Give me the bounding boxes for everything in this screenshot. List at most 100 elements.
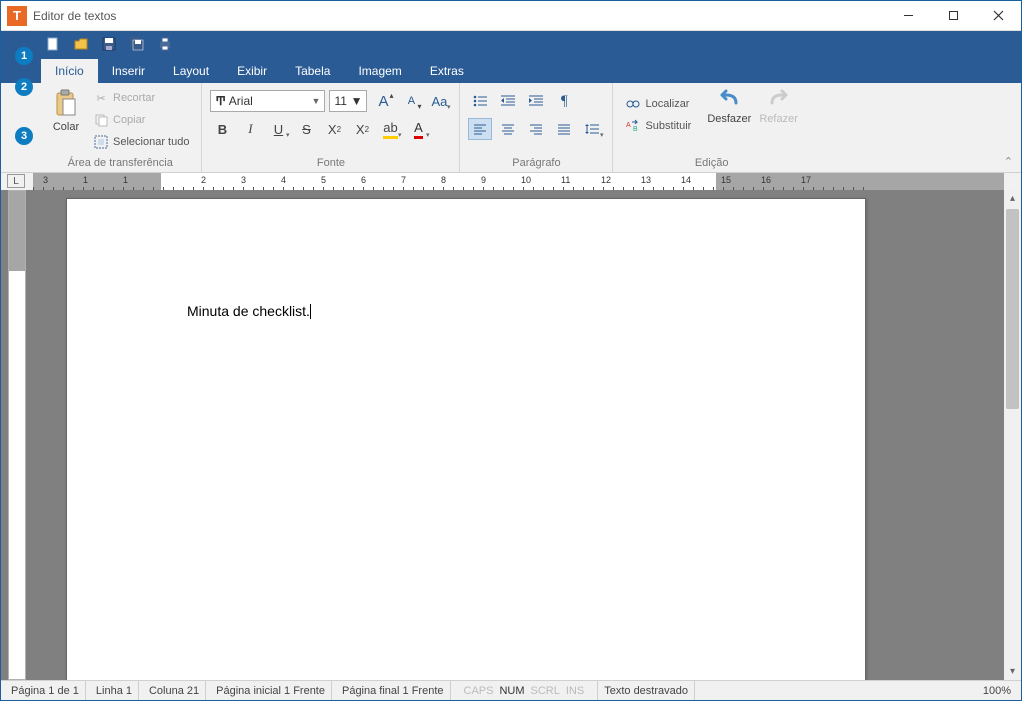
group-label-paragraph: Parágrafo [468, 155, 604, 170]
align-left-button[interactable] [468, 118, 492, 140]
vertical-ruler[interactable] [8, 190, 26, 680]
num-indicator[interactable]: NUM [496, 685, 527, 697]
tab-inicio[interactable]: Início [41, 59, 98, 83]
collapse-ribbon-button[interactable]: ⌃ [1004, 155, 1013, 168]
callout-1: 1 [15, 47, 33, 65]
callout-3: 3 [15, 127, 33, 145]
svg-text:B: B [633, 126, 638, 133]
copy-button[interactable]: Copiar [89, 109, 193, 131]
status-page-end[interactable]: Página final 1 Frente [336, 681, 451, 700]
undo-button[interactable]: Desfazer [703, 87, 755, 127]
tab-tabela[interactable]: Tabela [281, 59, 344, 83]
shrink-font-button[interactable]: A▾ [399, 90, 423, 112]
select-all-button[interactable]: Selecionar tudo [89, 131, 193, 153]
minimize-button[interactable] [886, 1, 931, 30]
line-spacing-button[interactable] [580, 118, 604, 140]
select-all-icon [93, 135, 109, 149]
show-marks-button[interactable]: ¶ [552, 90, 576, 112]
bullet-list-button[interactable] [468, 90, 492, 112]
tab-inserir[interactable]: Inserir [98, 59, 159, 83]
close-button[interactable] [976, 1, 1021, 30]
paste-button[interactable]: Colar [47, 87, 85, 135]
horizontal-ruler[interactable]: 311234567891011121314151617 [33, 173, 1004, 190]
quick-access-toolbar [1, 31, 1021, 57]
group-label-font: Fonte [210, 155, 451, 170]
superscript-button[interactable]: X2 [350, 118, 374, 140]
italic-button[interactable]: I [238, 118, 262, 140]
scroll-up-button[interactable]: ▴ [1004, 190, 1021, 207]
app-window: 1 2 3 T Editor de textos Início Inserir … [0, 0, 1022, 701]
bold-button[interactable]: B [210, 118, 234, 140]
save-all-icon[interactable] [128, 35, 146, 53]
callout-2: 2 [15, 78, 33, 96]
status-lock[interactable]: Texto destravado [597, 681, 695, 700]
ribbon: Colar ✂Recortar Copiar Selecionar tudo Á… [1, 83, 1021, 173]
undo-icon [714, 89, 744, 111]
maximize-button[interactable] [931, 1, 976, 30]
redo-button[interactable]: Refazer [755, 87, 802, 127]
save-icon[interactable] [100, 35, 118, 53]
ins-indicator[interactable]: INS [563, 685, 587, 697]
horizontal-ruler-row: L 311234567891011121314151617 [1, 173, 1021, 190]
strikethrough-button[interactable]: S [294, 118, 318, 140]
group-editing: Localizar ABSubstituir Desfazer Refazer … [613, 83, 809, 172]
status-column[interactable]: Coluna 21 [143, 681, 206, 700]
align-right-button[interactable] [524, 118, 548, 140]
change-case-button[interactable]: Aa [427, 90, 451, 112]
subscript-button[interactable]: X2 [322, 118, 346, 140]
decrease-indent-button[interactable] [496, 90, 520, 112]
scroll-down-button[interactable]: ▾ [1004, 663, 1021, 680]
replace-button[interactable]: ABSubstituir [621, 115, 695, 137]
font-size-combo[interactable]: 11▼ [329, 90, 367, 112]
document-area[interactable]: Minuta de checklist. [26, 190, 1004, 680]
status-toggles: CAPS NUM SCRL INS [455, 681, 594, 700]
tab-exibir[interactable]: Exibir [223, 59, 281, 83]
font-family-combo[interactable]: ͲArial▼ [210, 90, 325, 112]
paste-label: Colar [53, 121, 79, 133]
clipboard-icon [53, 89, 79, 119]
group-font: ͲArial▼ 11▼ A▴ A▾ Aa B I U S X2 X2 ab A [202, 83, 460, 172]
app-icon: T [7, 6, 27, 26]
workspace: L 311234567891011121314151617 Minuta de … [1, 173, 1021, 680]
group-clipboard: Colar ✂Recortar Copiar Selecionar tudo Á… [39, 83, 202, 172]
highlight-color-button[interactable]: ab [378, 118, 402, 140]
text-cursor [310, 304, 311, 319]
increase-indent-button[interactable] [524, 90, 548, 112]
scrl-indicator[interactable]: SCRL [528, 685, 563, 697]
grow-font-button[interactable]: A▴ [371, 90, 395, 112]
redo-icon [764, 89, 794, 111]
status-line[interactable]: Linha 1 [90, 681, 139, 700]
justify-button[interactable] [552, 118, 576, 140]
vertical-scrollbar[interactable]: ▴ ▾ [1004, 190, 1021, 680]
tab-layout[interactable]: Layout [159, 59, 223, 83]
titlebar: T Editor de textos [1, 1, 1021, 31]
open-folder-icon[interactable] [72, 35, 90, 53]
scroll-thumb[interactable] [1006, 209, 1019, 409]
new-file-icon[interactable] [44, 35, 62, 53]
status-zoom[interactable]: 100% [977, 681, 1017, 700]
window-title: Editor de textos [33, 9, 886, 23]
font-color-button[interactable]: A [406, 118, 430, 140]
underline-button[interactable]: U [266, 118, 290, 140]
caps-indicator[interactable]: CAPS [461, 685, 497, 697]
replace-icon: AB [625, 119, 641, 133]
tab-imagem[interactable]: Imagem [344, 59, 415, 83]
svg-text:A: A [626, 122, 631, 129]
binoculars-icon [625, 97, 641, 111]
cut-button[interactable]: ✂Recortar [89, 87, 193, 109]
statusbar: Página 1 de 1 Linha 1 Coluna 21 Página i… [1, 680, 1021, 700]
align-center-button[interactable] [496, 118, 520, 140]
ribbon-header: Início Inserir Layout Exibir Tabela Imag… [1, 31, 1021, 83]
ribbon-tabs: Início Inserir Layout Exibir Tabela Imag… [1, 57, 1021, 83]
status-page[interactable]: Página 1 de 1 [5, 681, 86, 700]
find-button[interactable]: Localizar [621, 93, 695, 115]
status-page-start[interactable]: Página inicial 1 Frente [210, 681, 332, 700]
group-paragraph: ¶ Parágrafo [460, 83, 613, 172]
document-text[interactable]: Minuta de checklist. [187, 303, 311, 319]
copy-icon [93, 113, 109, 127]
group-label-clipboard: Área de transferência [47, 155, 193, 170]
tab-stop-selector[interactable]: L [7, 174, 25, 188]
print-icon[interactable] [156, 35, 174, 53]
tab-extras[interactable]: Extras [416, 59, 478, 83]
page[interactable]: Minuta de checklist. [66, 198, 866, 680]
